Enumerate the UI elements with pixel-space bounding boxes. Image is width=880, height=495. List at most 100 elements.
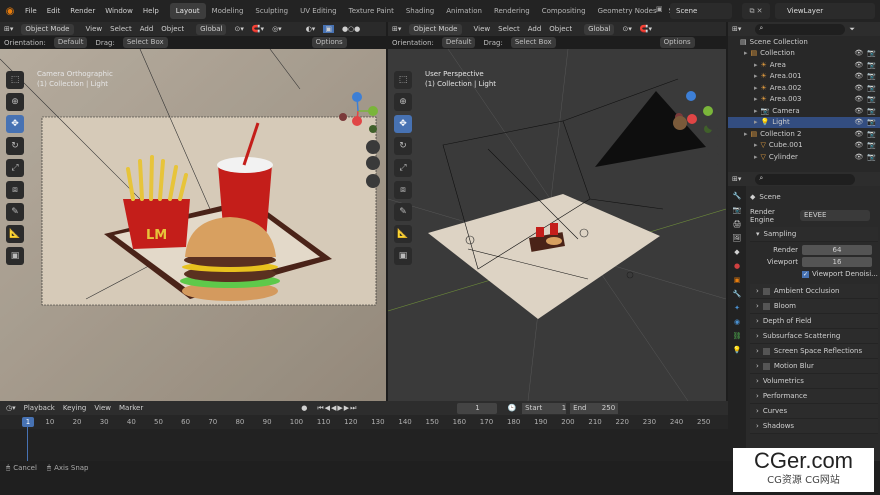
expand-chevron-icon[interactable]: ▸ [754, 107, 758, 115]
timeline-menu-keying[interactable]: Keying [63, 404, 87, 412]
panel-volumetrics[interactable]: › Volumetrics [750, 374, 878, 389]
cursor-tool-icon[interactable]: ⊕ [394, 93, 412, 111]
transform-tool-icon[interactable]: ⧈ [394, 181, 412, 199]
tab-shading[interactable]: Shading [400, 3, 440, 19]
add-cube-tool-icon[interactable]: ▣ [394, 247, 412, 265]
mode-dropdown[interactable]: Object Mode [409, 23, 462, 35]
snap-icon[interactable]: 🧲▾ [640, 25, 652, 33]
object-tab-icon[interactable]: ▣ [734, 276, 741, 284]
right-viewport-canvas[interactable] [388, 49, 726, 401]
tool-tab-icon[interactable]: 🔧 [733, 192, 742, 200]
scene-tab-icon[interactable]: ◆ [734, 248, 739, 256]
expand-chevron-icon[interactable]: ▸ [754, 141, 758, 149]
render-camera-icon[interactable]: 📷 [867, 84, 876, 92]
shading-icon[interactable]: ●○● [342, 25, 360, 33]
menu-window[interactable]: Window [105, 7, 133, 15]
tab-geometry-nodes[interactable]: Geometry Nodes [592, 3, 663, 19]
panel-screen-space-reflections[interactable]: › Screen Space Reflections [750, 344, 878, 359]
render-camera-icon[interactable]: 📷 [867, 61, 876, 69]
mode-dropdown[interactable]: Object Mode [21, 23, 74, 35]
particles-tab-icon[interactable]: ✦ [734, 304, 740, 312]
render-camera-icon[interactable]: 📷 [867, 95, 876, 103]
rotate-tool-icon[interactable]: ↻ [6, 137, 24, 155]
panel-curves[interactable]: › Curves [750, 404, 878, 419]
expand-chevron-icon[interactable]: ▸ [754, 118, 758, 126]
scale-tool-icon[interactable]: ⤢ [394, 159, 412, 177]
viewport-menu-add[interactable]: Add [528, 25, 542, 33]
select-tool-icon[interactable]: ⬚ [394, 71, 412, 89]
options-button[interactable]: Options [311, 37, 347, 48]
transform-dropdown[interactable]: Global [584, 23, 615, 35]
expand-chevron-icon[interactable]: ▸ [754, 153, 758, 161]
render-camera-icon[interactable]: 📷 [867, 72, 876, 80]
menu-help[interactable]: Help [143, 7, 159, 15]
pivot-icon[interactable]: ⊙▾ [234, 25, 243, 33]
expand-chevron-icon[interactable]: ▸ [754, 95, 758, 103]
panel-performance[interactable]: › Performance [750, 389, 878, 404]
panel-subsurface-scattering[interactable]: › Subsurface Scattering [750, 329, 878, 344]
viewport-menu-view[interactable]: View [86, 25, 103, 33]
panel-enable-checkbox[interactable] [762, 302, 770, 310]
viewport-nav-buttons[interactable] [366, 140, 380, 188]
outliner-search-input[interactable]: ⌕ [755, 23, 846, 35]
panel-enable-checkbox[interactable] [762, 362, 770, 370]
visibility-eye-icon[interactable]: 👁 [854, 61, 863, 69]
overlay-icon[interactable]: ◐▾ [306, 25, 316, 33]
render-camera-icon[interactable]: 📷 [867, 118, 876, 126]
render-camera-icon[interactable]: 📷 [867, 49, 876, 57]
render-camera-icon[interactable]: 📷 [867, 107, 876, 115]
orientation-dropdown[interactable]: Default [53, 37, 88, 48]
render-engine-dropdown[interactable]: EEVEE [800, 210, 870, 221]
transform-tool-icon[interactable]: ⧈ [6, 181, 24, 199]
visibility-eye-icon[interactable]: 👁 [854, 49, 863, 57]
visibility-eye-icon[interactable]: 👁 [854, 118, 863, 126]
annotate-tool-icon[interactable]: ✎ [6, 203, 24, 221]
tab-layout[interactable]: Layout [169, 3, 206, 19]
panel-shadows[interactable]: › Shadows [750, 419, 878, 434]
editor-type-icon[interactable]: ⊞▾ [732, 25, 741, 33]
viewport-menu-select[interactable]: Select [498, 25, 520, 33]
visibility-eye-icon[interactable]: 👁 [854, 153, 863, 161]
view-layer-tab-icon[interactable]: 🖼 [733, 234, 742, 242]
xray-icon[interactable]: ▣ [323, 25, 334, 33]
panel-enable-checkbox[interactable] [762, 347, 770, 355]
scene-selector[interactable]: Scene [670, 3, 732, 19]
outliner-root[interactable]: ▤ Scene Collection [728, 36, 880, 48]
outliner-item[interactable]: ▸ ☀ Area.002 👁 📷 [728, 82, 880, 94]
left-viewport[interactable]: ⊞▾ Object Mode View Select Add Object Globa… [0, 22, 386, 401]
tab-texture-paint[interactable]: Texture Paint [343, 3, 400, 19]
tab-animation[interactable]: Animation [440, 3, 488, 19]
playback-controls[interactable]: ⏮◀◀▶▶⏭ [317, 404, 357, 413]
current-frame-field[interactable]: 1 [457, 402, 498, 414]
scale-tool-icon[interactable]: ⤢ [6, 159, 24, 177]
data-tab-icon[interactable]: 💡 [733, 346, 742, 354]
outliner-item[interactable]: ▸ ▽ Cylinder 👁 📷 [728, 151, 880, 163]
playhead[interactable]: 1 [22, 417, 34, 427]
expand-chevron-icon[interactable]: ▸ [754, 84, 758, 92]
preview-range-icon[interactable]: 🕒 [507, 404, 516, 412]
timeline-track[interactable] [0, 429, 728, 461]
record-icon[interactable]: ● [301, 404, 307, 412]
denoise-checkbox[interactable]: ✓ [802, 270, 809, 278]
output-tab-icon[interactable]: 🖨 [733, 220, 742, 228]
measure-tool-icon[interactable]: 📐 [6, 225, 24, 243]
view-layer-selector[interactable]: ViewLayer [775, 3, 875, 19]
viewport-menu-object[interactable]: Object [549, 25, 572, 33]
outliner-item[interactable]: ▸ ▽ Cube.001 👁 📷 [728, 140, 880, 152]
panel-depth-of-field[interactable]: › Depth of Field [750, 314, 878, 329]
viewport-samples-field[interactable]: 16 [802, 257, 872, 267]
left-viewport-canvas[interactable]: LM [0, 49, 386, 401]
timeline-menu-view[interactable]: View [94, 404, 111, 412]
outliner-item[interactable]: ▸ ▤ Collection 2 👁 📷 [728, 128, 880, 140]
menu-file[interactable]: File [25, 7, 37, 15]
render-samples-field[interactable]: 64 [802, 245, 872, 255]
panel-enable-checkbox[interactable] [762, 287, 770, 295]
render-camera-icon[interactable]: 📷 [867, 153, 876, 161]
visibility-eye-icon[interactable]: 👁 [854, 72, 863, 80]
expand-chevron-icon[interactable]: ▸ [744, 130, 748, 138]
filter-icon[interactable]: ⏷ [849, 25, 855, 34]
constraints-tab-icon[interactable]: ⛓ [733, 332, 742, 340]
render-tab-icon[interactable]: 📷 [733, 206, 742, 214]
annotate-tool-icon[interactable]: ✎ [394, 203, 412, 221]
visibility-eye-icon[interactable]: 👁 [854, 141, 863, 149]
